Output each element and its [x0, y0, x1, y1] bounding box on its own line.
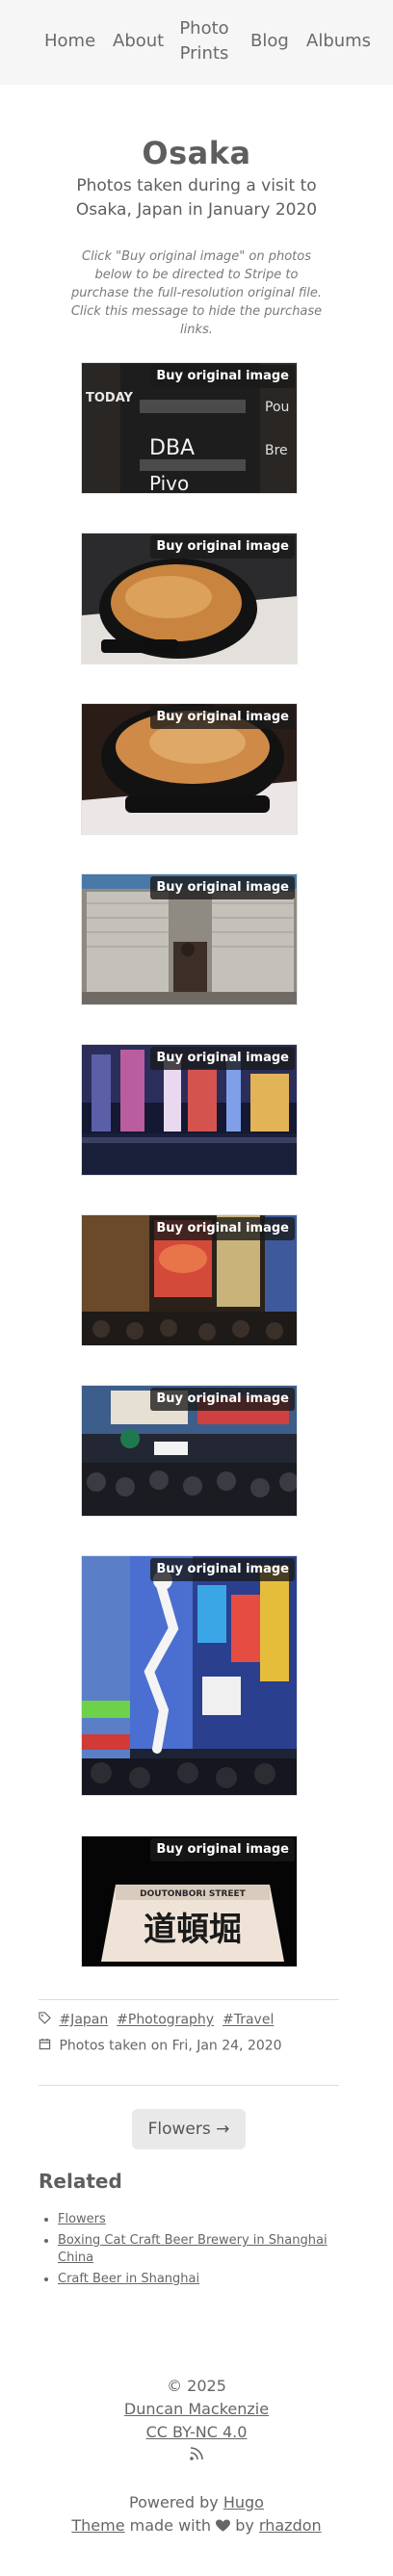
photo-dotonbori-sign[interactable]: DOUTONBORI STREET 道頓堀 Buy original image: [81, 1835, 298, 1967]
nav-home[interactable]: Home: [44, 29, 95, 54]
svg-text:道頓堀: 道頓堀: [144, 1911, 242, 1949]
buy-original-button[interactable]: Buy original image: [150, 365, 295, 388]
photo-date: Photos taken on Fri, Jan 24, 2020: [59, 2038, 282, 2054]
divider: [39, 1999, 339, 2000]
buy-original-button[interactable]: Buy original image: [150, 706, 295, 729]
svg-text:Pivo: Pivo: [149, 472, 189, 494]
theme-author-link[interactable]: rhazdon: [259, 2516, 322, 2535]
buy-original-button[interactable]: Buy original image: [150, 1558, 295, 1581]
date-row: Photos taken on Fri, Jan 24, 2020: [39, 2038, 282, 2054]
photo-canal-night[interactable]: Buy original image: [81, 1044, 298, 1176]
footer-license-row: CC BY-NC 4.0: [0, 2422, 393, 2443]
list-item: Boxing Cat Craft Beer Brewery in Shangha…: [58, 2232, 328, 2267]
rss-icon[interactable]: [189, 2447, 204, 2465]
purchase-note[interactable]: Click "Buy original image" on photos bel…: [67, 247, 326, 339]
buy-original-button[interactable]: Buy original image: [150, 1838, 295, 1861]
photo-crowded-street[interactable]: Buy original image: [81, 1385, 298, 1517]
tag-photography[interactable]: #Photography: [117, 2013, 214, 2028]
photo-street-musician[interactable]: Buy original image: [81, 873, 298, 1005]
footer-rss-row: [0, 2446, 393, 2467]
related-link[interactable]: Flowers: [58, 2212, 106, 2226]
photo-glico-sign[interactable]: Buy original image: [81, 1555, 298, 1796]
footer-author-row: Duncan Mackenzie: [0, 2399, 393, 2420]
heart-icon: [216, 2517, 231, 2538]
author-link[interactable]: Duncan Mackenzie: [124, 2400, 269, 2418]
photo-gyoza-closeup[interactable]: Buy original image: [81, 703, 298, 835]
nav-about[interactable]: About: [113, 29, 164, 54]
copyright: © 2025: [167, 2377, 226, 2395]
buy-original-button[interactable]: Buy original image: [150, 535, 295, 559]
tag-icon: [39, 2012, 51, 2028]
site-header: Home About Photo Prints Blog Albums: [0, 0, 393, 85]
nav-photo-prints[interactable]: Photo Prints: [179, 16, 229, 66]
theme-link[interactable]: Theme: [71, 2516, 124, 2535]
list-item: Flowers: [58, 2211, 328, 2228]
theme-credit-row: Theme made with by rhazdon: [0, 2515, 393, 2538]
hugo-link[interactable]: Hugo: [223, 2493, 264, 2511]
theme-by-text: by: [230, 2516, 259, 2535]
list-item: Craft Beer in Shanghai: [58, 2271, 328, 2288]
related-heading: Related: [39, 2170, 122, 2193]
buy-original-button[interactable]: Buy original image: [150, 1047, 295, 1070]
buy-original-button[interactable]: Buy original image: [150, 1388, 295, 1411]
svg-text:Pou: Pou: [265, 400, 289, 415]
nav-blog[interactable]: Blog: [250, 29, 289, 54]
svg-text:DBA: DBA: [149, 436, 195, 460]
calendar-icon: [39, 2038, 51, 2054]
svg-text:TODAY: TODAY: [86, 391, 134, 405]
divider: [39, 2085, 339, 2086]
tag-travel[interactable]: #Travel: [223, 2013, 274, 2028]
next-album-button[interactable]: Flowers →: [132, 2109, 246, 2149]
related-link[interactable]: Craft Beer in Shanghai: [58, 2272, 199, 2286]
related-link[interactable]: Boxing Cat Craft Beer Brewery in Shangha…: [58, 2233, 328, 2265]
powered-by-row: Powered by Hugo: [0, 2492, 393, 2513]
buy-original-button[interactable]: Buy original image: [150, 1217, 295, 1240]
photo-image: [82, 1556, 297, 1795]
related-list: Flowers Boxing Cat Craft Beer Brewery in…: [39, 2211, 328, 2292]
powered-by-text: Powered by: [129, 2493, 223, 2511]
tags-row: #Japan #Photography #Travel: [39, 2012, 274, 2028]
buy-original-button[interactable]: Buy original image: [150, 876, 295, 899]
license-link[interactable]: CC BY-NC 4.0: [146, 2423, 248, 2441]
page-subtitle: Photos taken during a visit to Osaka, Ja…: [75, 176, 318, 220]
theme-made-with-text: made with: [124, 2516, 217, 2535]
photo-gyoza-skillet[interactable]: Buy original image: [81, 533, 298, 664]
svg-text:Bre: Bre: [265, 443, 288, 458]
page-title: Osaka: [142, 135, 251, 171]
nav-albums[interactable]: Albums: [306, 29, 371, 54]
svg-text:DOUTONBORI STREET: DOUTONBORI STREET: [140, 1889, 247, 1899]
photo-crab-sign-street[interactable]: Buy original image: [81, 1214, 298, 1346]
photo-chalkboard-menu[interactable]: TODAY DBA Pivo Pou Bre Buy original imag…: [81, 362, 298, 494]
tag-japan[interactable]: #Japan: [59, 2013, 108, 2028]
